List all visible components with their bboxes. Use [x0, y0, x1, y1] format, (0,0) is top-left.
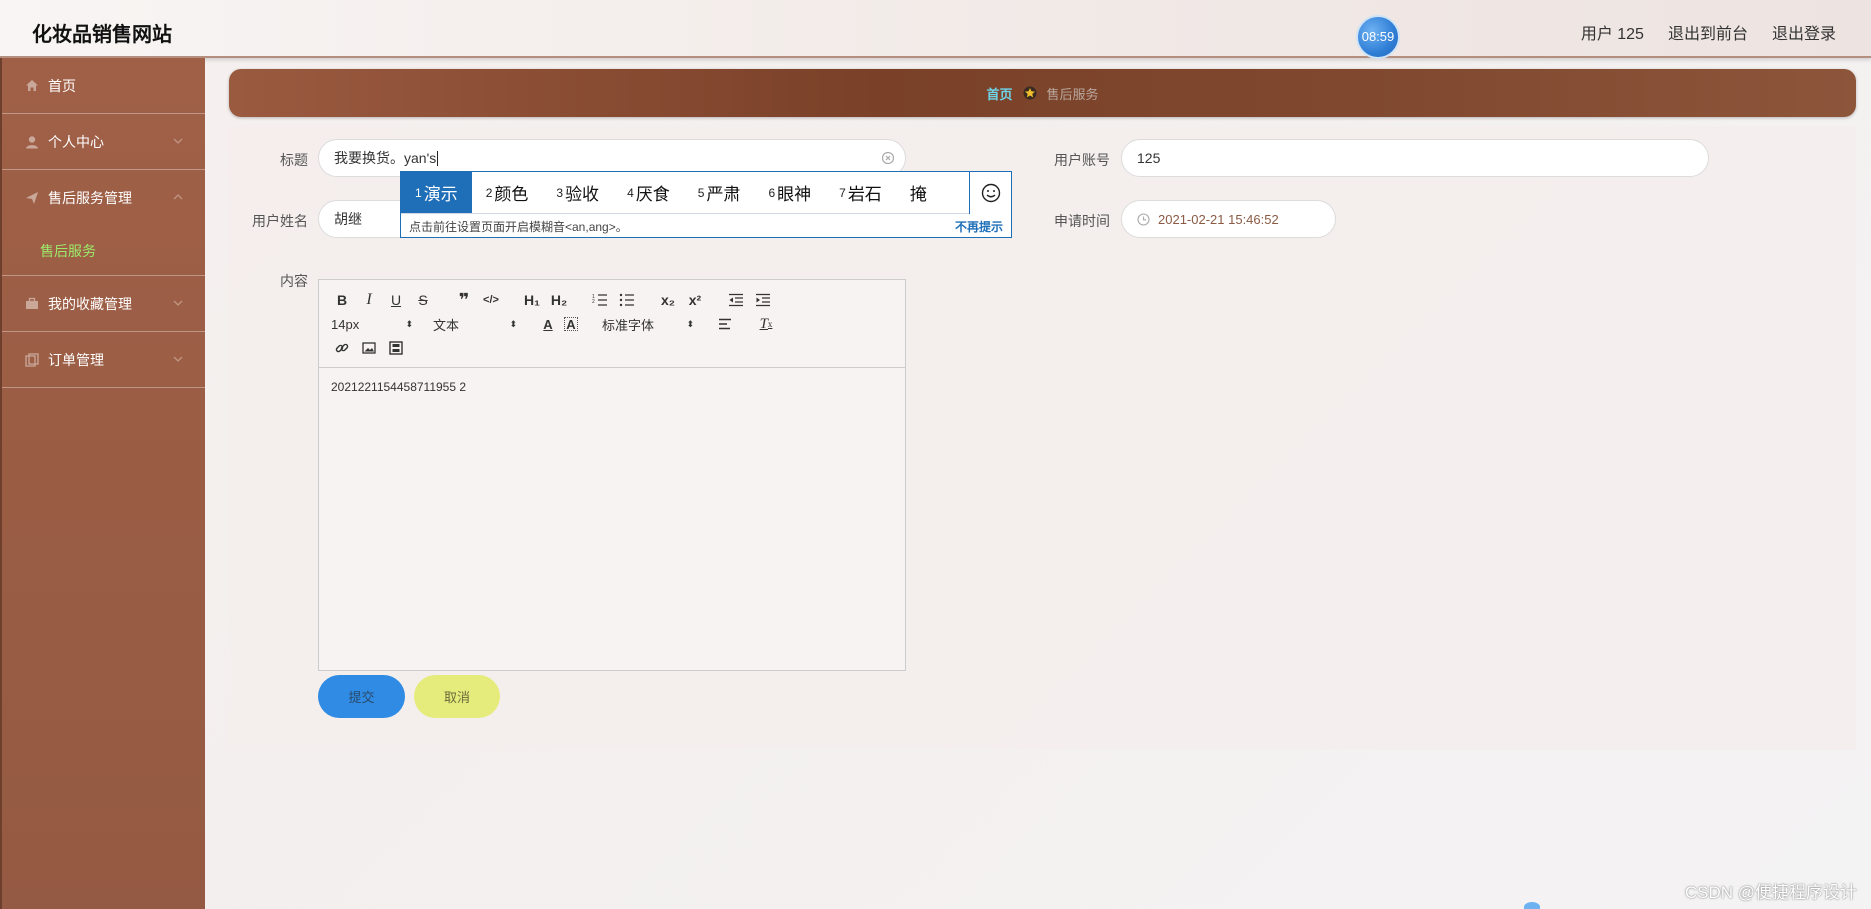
- video-icon[interactable]: [385, 338, 407, 358]
- chevron-up-icon: [173, 194, 183, 200]
- site-title: 化妆品销售网站: [32, 24, 172, 46]
- select-arrows-icon: ⬍: [509, 318, 517, 329]
- sidebar-item-after-sales[interactable]: 售后服务管理: [2, 170, 205, 226]
- watermark-text: CSDN @便捷程序设计: [1684, 883, 1857, 902]
- clock-badge[interactable]: 08:59: [1356, 15, 1400, 59]
- top-header: 化妆品销售网站 08:59 用户 125 退出到前台 退出登录: [0, 0, 1871, 59]
- home-icon: [24, 78, 40, 94]
- floating-indicator: [1524, 902, 1540, 909]
- chevron-down-icon: [173, 356, 183, 362]
- link-icon[interactable]: [331, 338, 353, 358]
- ime-candidate[interactable]: 3 验收: [542, 172, 613, 213]
- sidebar-item-label: 个人中心: [48, 133, 104, 150]
- emoji-button[interactable]: [969, 172, 1011, 214]
- content-label: 内容: [280, 273, 308, 289]
- sidebar-item-label: 订单管理: [48, 351, 104, 368]
- sidebar-item-profile[interactable]: 个人中心: [2, 114, 205, 170]
- ime-candidate-popup: 1 演示 2 颜色 3 验收 4 厌食 5 严肃 6 眼神 7 岩石 掩 点击前往设置页面开启…: [400, 171, 1012, 238]
- clock-icon: [1137, 212, 1150, 226]
- ime-candidate-list: 1 演示 2 颜色 3 验收 4 厌食 5 严肃 6 眼神 7 岩石 掩: [401, 172, 1011, 214]
- apply-time-input[interactable]: 2021-02-21 15:46:52: [1121, 200, 1336, 238]
- blockquote-icon[interactable]: ❞: [453, 290, 475, 310]
- background-color-icon[interactable]: A: [564, 317, 578, 332]
- ime-candidate[interactable]: 2 颜色: [472, 172, 543, 213]
- rich-text-editor: B I U S ❞ </> H₁ H₂ 12 x₂ x² 14px ⬍ 文本 ⬍…: [318, 279, 906, 671]
- ime-no-tip-link[interactable]: 不再提示: [955, 218, 1003, 235]
- chevron-down-icon: [173, 300, 183, 306]
- smiley-icon: [981, 183, 1000, 203]
- select-arrows-icon: ⬍: [686, 318, 694, 329]
- cancel-button[interactable]: 取消: [414, 675, 500, 718]
- select-arrows-icon: ⬍: [405, 318, 413, 329]
- title-label: 标题: [280, 152, 308, 168]
- editor-content-area[interactable]: 2021221154458711955 2: [319, 368, 905, 406]
- name-label: 用户姓名: [252, 213, 308, 229]
- sidebar-item-home[interactable]: 首页: [2, 58, 205, 114]
- font-color-icon[interactable]: A: [537, 314, 559, 334]
- bold-icon[interactable]: B: [331, 290, 353, 310]
- superscript-icon[interactable]: x²: [684, 290, 706, 310]
- text-caret: [437, 150, 439, 166]
- image-icon[interactable]: [358, 338, 380, 358]
- back-to-front-link[interactable]: 退出到前台: [1668, 20, 1748, 44]
- user-icon: [24, 134, 40, 150]
- time-label: 申请时间: [1054, 213, 1110, 229]
- font-family-select[interactable]: 标准字体 ⬍: [602, 314, 694, 334]
- sidebar-subitem-after-sales-service[interactable]: 售后服务: [2, 226, 205, 276]
- ime-tip-text[interactable]: 点击前往设置页面开启模糊音<an,ang>。: [409, 218, 628, 235]
- account-label: 用户账号: [1054, 152, 1110, 168]
- top-links: 用户 125 退出到前台 退出登录: [1581, 20, 1836, 44]
- account-input-value: 125: [1137, 150, 1161, 166]
- briefcase-icon: [24, 296, 40, 312]
- clear-format-icon[interactable]: Tx: [755, 314, 777, 334]
- font-size-select[interactable]: 14px ⬍: [331, 314, 413, 334]
- title-input-value: 我要换货。yan's: [334, 150, 437, 166]
- underline-icon[interactable]: U: [385, 290, 407, 310]
- sidebar-item-label: 我的收藏管理: [48, 295, 132, 312]
- italic-icon[interactable]: I: [358, 290, 380, 310]
- editor-content-text: 2021221154458711955 2: [331, 380, 467, 394]
- ordered-list-icon[interactable]: 12: [589, 290, 611, 310]
- apply-time-value: 2021-02-21 15:46:52: [1158, 211, 1279, 227]
- code-block-icon[interactable]: </>: [480, 290, 502, 310]
- block-type-select[interactable]: 文本 ⬍: [433, 314, 517, 334]
- breadcrumb-home-link[interactable]: 首页: [986, 84, 1012, 103]
- send-icon: [24, 190, 40, 206]
- clear-icon[interactable]: [881, 151, 895, 165]
- ime-candidate[interactable]: 5 严肃: [684, 172, 755, 213]
- current-user-label: 用户 125: [1580, 26, 1644, 43]
- logout-link[interactable]: 退出登录: [1772, 20, 1836, 44]
- strikethrough-icon[interactable]: S: [412, 290, 434, 310]
- sidebar-item-label: 售后服务管理: [48, 190, 132, 206]
- bullet-list-icon[interactable]: [616, 290, 638, 310]
- subscript-icon[interactable]: x₂: [657, 290, 679, 310]
- editor-toolbar: B I U S ❞ </> H₁ H₂ 12 x₂ x² 14px ⬍ 文本 ⬍…: [319, 280, 905, 368]
- ime-candidate[interactable]: 7 岩石: [825, 172, 896, 213]
- sidebar-item-orders[interactable]: 订单管理: [2, 332, 205, 388]
- breadcrumb: 首页 售后服务: [229, 69, 1856, 117]
- outdent-icon[interactable]: [725, 290, 747, 310]
- svg-text:2: 2: [592, 299, 595, 305]
- indent-icon[interactable]: [752, 290, 774, 310]
- copy-icon: [24, 352, 40, 368]
- chevron-down-icon: [173, 138, 183, 144]
- heading-2-icon[interactable]: H₂: [548, 290, 570, 310]
- ime-candidate[interactable]: 掩: [896, 172, 927, 213]
- ime-candidate[interactable]: 6 眼神: [754, 172, 825, 213]
- align-icon[interactable]: [714, 314, 736, 334]
- star-icon: [1023, 86, 1036, 100]
- sidebar-item-label: 首页: [48, 77, 76, 94]
- name-input-value: 胡继: [334, 211, 362, 227]
- heading-1-icon[interactable]: H₁: [521, 290, 543, 310]
- ime-candidate[interactable]: 4 厌食: [613, 172, 684, 213]
- sidebar: 首页 个人中心 售后服务管理 售后服务 我的收藏管理 订单管理: [0, 58, 205, 909]
- breadcrumb-current: 售后服务: [1046, 86, 1099, 102]
- submit-button[interactable]: 提交: [318, 675, 405, 718]
- account-input[interactable]: 125: [1121, 139, 1709, 177]
- sidebar-item-favorites[interactable]: 我的收藏管理: [2, 276, 205, 332]
- ime-tip-bar: 点击前往设置页面开启模糊音<an,ang>。 不再提示: [401, 214, 1011, 238]
- ime-candidate[interactable]: 1 演示: [401, 172, 472, 213]
